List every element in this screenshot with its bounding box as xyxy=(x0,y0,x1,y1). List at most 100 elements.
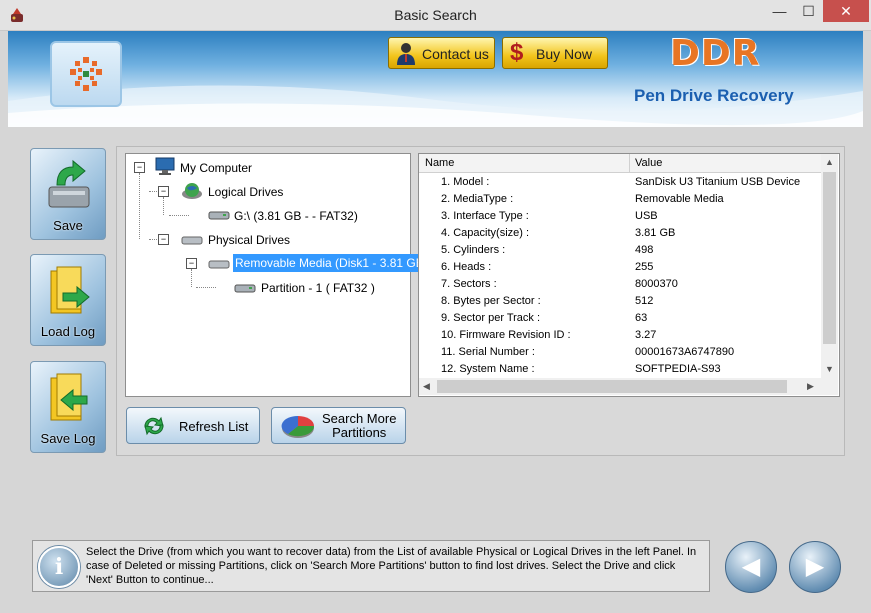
table-row[interactable]: 10. Firmware Revision ID : 3.27 xyxy=(419,327,821,344)
save-label: Save xyxy=(53,218,83,233)
scroll-left-icon[interactable]: ◀ xyxy=(423,381,430,392)
table-row[interactable]: 9. Sector per Track : 63 xyxy=(419,310,821,327)
save-button[interactable]: Save xyxy=(30,148,106,240)
collapse-my-computer-toggle[interactable]: − xyxy=(134,162,145,173)
row-name: 1. Model : xyxy=(441,176,490,188)
next-arrow-icon: ▶ xyxy=(805,553,825,580)
contact-us-label: Contact us xyxy=(422,46,489,62)
search-more-line1: Search More xyxy=(322,411,397,426)
buy-now-label: Buy Now xyxy=(536,46,593,62)
collapse-removable-media-toggle[interactable]: − xyxy=(186,258,197,269)
row-name: 9. Sector per Track : xyxy=(441,312,541,324)
globe-drive-icon xyxy=(181,182,203,203)
scroll-corner xyxy=(821,378,838,395)
tree-logical-drives[interactable]: Logical Drives xyxy=(208,185,283,199)
row-name: 12. System Name : xyxy=(441,363,535,375)
title-bar: Basic Search — ☐ ✕ xyxy=(0,0,871,31)
row-value: SanDisk U3 Titanium USB Device xyxy=(635,176,801,188)
table-row[interactable]: 8. Bytes per Sector : 512 xyxy=(419,293,821,310)
table-row[interactable]: 7. Sectors : 8000370 xyxy=(419,276,821,293)
row-value: 498 xyxy=(635,244,654,256)
scroll-right-icon[interactable]: ▶ xyxy=(807,381,814,392)
horizontal-scrollbar[interactable]: ◀ ▶ xyxy=(419,378,821,395)
scroll-down-icon[interactable]: ▼ xyxy=(825,364,834,374)
vertical-scrollbar[interactable]: ▲ ▼ xyxy=(821,154,838,378)
drive-properties-table[interactable]: Name Value 1. Model : SanDisk U3 Titanium… xyxy=(418,153,840,397)
load-log-label: Load Log xyxy=(40,324,96,339)
row-value: Removable Media xyxy=(635,193,724,205)
search-more-partitions-label: Search More Partitions xyxy=(322,412,396,440)
table-row[interactable]: 3. Interface Type : USB xyxy=(419,208,821,225)
table-row[interactable]: 2. MediaType : Removable Media xyxy=(419,191,821,208)
logo xyxy=(50,41,122,107)
row-value: 3.27 xyxy=(635,329,657,341)
column-header-value[interactable]: Value xyxy=(635,157,662,169)
save-log-label: Save Log xyxy=(40,431,96,446)
row-value: 3.81 GB xyxy=(635,227,676,239)
table-row[interactable]: 4. Capacity(size) : 3.81 GB xyxy=(419,225,821,242)
maximize-button[interactable]: ☐ xyxy=(794,0,823,22)
column-header-name[interactable]: Name xyxy=(425,157,454,169)
refresh-icon xyxy=(141,415,167,440)
vertical-scroll-thumb[interactable] xyxy=(823,172,836,344)
pie-chart-icon xyxy=(280,411,316,444)
table-row[interactable]: 5. Cylinders : 498 xyxy=(419,242,821,259)
refresh-list-button[interactable]: Refresh List xyxy=(126,407,260,444)
row-value: 00001673A6747890 xyxy=(635,346,735,358)
row-value: SOFTPEDIA-S93 xyxy=(635,363,721,375)
next-button[interactable]: ▶ xyxy=(789,541,841,593)
search-more-line2: Partitions xyxy=(332,425,387,440)
row-name: 5. Cylinders : xyxy=(441,244,506,256)
tree-physical-drives[interactable]: Physical Drives xyxy=(208,233,290,247)
load-log-button[interactable]: Load Log xyxy=(30,254,106,346)
tree-removable-media[interactable]: Removable Media (Disk1 - 3.81 GB) xyxy=(233,254,430,272)
tree-my-computer[interactable]: My Computer xyxy=(180,161,252,175)
removable-media-icon xyxy=(208,258,230,273)
drive-icon xyxy=(208,209,230,224)
contact-us-button[interactable]: Contact us xyxy=(388,37,495,69)
collapse-physical-drives-toggle[interactable]: − xyxy=(158,234,169,245)
window-title: Basic Search xyxy=(394,7,477,23)
close-button[interactable]: ✕ xyxy=(823,0,869,22)
table-row[interactable]: 11. Serial Number : 00001673A6747890 xyxy=(419,344,821,361)
row-value: USB xyxy=(635,210,658,222)
horizontal-scroll-thumb[interactable] xyxy=(437,380,787,393)
dollar-icon: $ xyxy=(510,39,524,66)
brand-name: DDR xyxy=(670,33,761,74)
minimize-button[interactable]: — xyxy=(765,0,794,22)
save-log-button[interactable]: Save Log xyxy=(30,361,106,453)
info-text: Select the Drive (from which you want to… xyxy=(86,546,697,586)
row-name: 6. Heads : xyxy=(441,261,492,273)
save-disk-icon xyxy=(43,157,95,216)
row-name: 2. MediaType : xyxy=(441,193,514,205)
scroll-up-icon[interactable]: ▲ xyxy=(825,157,834,167)
table-row[interactable]: 12. System Name : SOFTPEDIA-S93 xyxy=(419,361,821,378)
table-header: Name Value xyxy=(419,154,821,173)
table-row[interactable]: 6. Heads : 255 xyxy=(419,259,821,276)
row-name: 3. Interface Type : xyxy=(441,210,529,222)
row-name: 7. Sectors : xyxy=(441,278,497,290)
monitor-icon xyxy=(154,156,176,179)
folder-arrow-icon xyxy=(43,263,95,322)
row-value: 512 xyxy=(635,295,654,307)
row-name: 4. Capacity(size) : xyxy=(441,227,530,239)
header-banner: Contact us $ Buy Now DDR Pen Drive Recov… xyxy=(8,31,863,127)
row-name: 8. Bytes per Sector : xyxy=(441,295,541,307)
buy-now-button[interactable]: $ Buy Now xyxy=(502,37,608,69)
back-arrow-icon: ◀ xyxy=(741,553,761,580)
info-icon: i xyxy=(38,546,80,588)
drive-tree[interactable]: − My Computer − Logical Drives G:\ (3.81… xyxy=(125,153,430,397)
row-name: 11. Serial Number : xyxy=(441,346,535,358)
back-button[interactable]: ◀ xyxy=(725,541,777,593)
tree-logical-drive-g[interactable]: G:\ (3.81 GB - - FAT32) xyxy=(234,209,358,223)
search-more-partitions-button[interactable]: Search More Partitions xyxy=(271,407,406,444)
collapse-logical-drives-toggle[interactable]: − xyxy=(158,186,169,197)
row-value: 8000370 xyxy=(635,278,678,290)
tree-partition-1[interactable]: Partition - 1 ( FAT32 ) xyxy=(261,281,375,295)
refresh-list-label: Refresh List xyxy=(179,419,249,434)
table-row[interactable]: 1. Model : SanDisk U3 Titanium USB Device xyxy=(419,174,821,191)
product-name: Pen Drive Recovery xyxy=(634,86,794,105)
physical-drive-icon xyxy=(181,234,203,249)
row-name: 10. Firmware Revision ID : xyxy=(441,329,571,341)
person-icon xyxy=(395,41,417,68)
